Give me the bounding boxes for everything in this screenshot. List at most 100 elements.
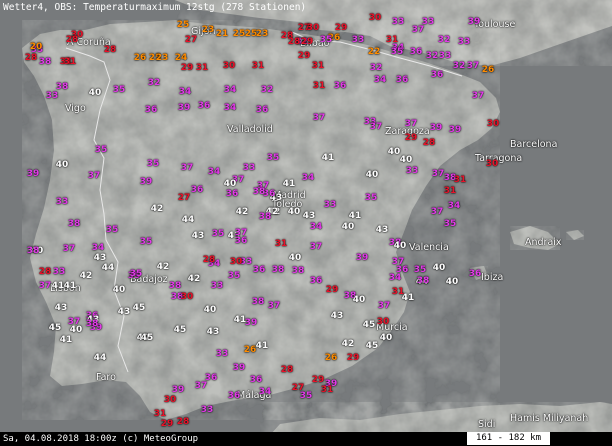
station-temperature: 45 — [132, 303, 146, 313]
station-temperature: 38 — [168, 281, 182, 291]
station-temperature: 29 — [160, 419, 174, 429]
station-temperature: 35 — [227, 271, 241, 281]
station-temperature: 35 — [299, 391, 313, 401]
station-temperature: 43 — [206, 327, 220, 337]
station-temperature: 37 — [377, 301, 391, 311]
station-temperature: 37 — [87, 171, 101, 181]
station-temperature: 26 — [243, 345, 257, 355]
station-temperature: 31 — [312, 81, 326, 91]
station-temperature: 30 — [376, 317, 390, 327]
station-temperature: 37 — [62, 244, 76, 254]
station-temperature: 23 — [155, 53, 169, 63]
station-temperature: 29 — [180, 63, 194, 73]
station-temperature: 36 — [468, 269, 482, 279]
city-label: Valencia — [409, 242, 449, 253]
station-temperature: 35 — [319, 35, 333, 45]
station-temperature: 40 — [88, 88, 102, 98]
station-temperature: 30 — [163, 395, 177, 405]
station-temperature: 32 — [260, 85, 274, 95]
station-temperature: 37 — [411, 25, 425, 35]
station-temperature: 28 — [103, 45, 117, 55]
station-temperature: 37 — [471, 91, 485, 101]
station-temperature: 31 — [251, 61, 265, 71]
station-temperature: 35 — [413, 265, 427, 275]
city-label: Barcelona — [510, 139, 558, 150]
station-temperature: 33 — [391, 17, 405, 27]
station-temperature: 40 — [445, 277, 459, 287]
station-temperature: 40 — [203, 305, 217, 315]
station-temperature: 30 — [229, 257, 243, 267]
station-temperature: 43 — [375, 225, 389, 235]
station-temperature: 44 — [181, 215, 195, 225]
station-temperature: 45 — [173, 325, 187, 335]
station-temperature: 39 — [244, 318, 258, 328]
station-temperature: 35 — [364, 193, 378, 203]
city-label: Valladolid — [227, 124, 273, 135]
city-label: Ibiza — [481, 272, 504, 283]
station-temperature: 32 — [425, 51, 439, 61]
station-temperature: 30 — [222, 61, 236, 71]
station-temperature: 35 — [443, 219, 457, 229]
station-temperature: 31 — [443, 186, 457, 196]
station-temperature: 41 — [401, 293, 415, 303]
station-temperature: 32 — [437, 35, 451, 45]
station-temperature: 39 — [26, 169, 40, 179]
station-temperature: 32 — [369, 63, 383, 73]
station-temperature: 37 — [234, 228, 248, 238]
station-temperature: 31 — [320, 385, 334, 395]
station-temperature: 29 — [404, 133, 418, 143]
station-temperature: 36 — [249, 375, 263, 385]
station-temperature: 33 — [438, 51, 452, 61]
map-viewport[interactable]: Wetter4, OBS: Temperaturmaximum 12stg (2… — [0, 0, 612, 446]
station-temperature: 28 — [65, 35, 79, 45]
station-temperature: 34 — [309, 222, 323, 232]
scale-bar: 161 - 182 km — [466, 432, 550, 445]
station-temperature: 35 — [390, 47, 404, 57]
station-temperature: 42 — [187, 274, 201, 284]
city-label: Vigo — [65, 103, 86, 114]
station-temperature: 45 — [365, 341, 379, 351]
station-temperature: 35 — [105, 225, 119, 235]
station-temperature: 37 — [267, 301, 281, 311]
station-temperature: 40 — [288, 253, 302, 263]
station-temperature: 38 — [251, 297, 265, 307]
station-temperature: 40 — [393, 241, 407, 251]
station-temperature: 28 — [287, 37, 301, 47]
station-temperature: 43 — [54, 303, 68, 313]
station-temperature: 23 — [201, 25, 215, 35]
station-temperature: 34 — [207, 167, 221, 177]
station-temperature: 34 — [223, 103, 237, 113]
station-temperature: 30 — [485, 159, 499, 169]
station-temperature: 29 — [325, 285, 339, 295]
station-temperature: 21 — [215, 29, 229, 39]
station-temperature: 42 — [150, 204, 164, 214]
station-temperature: 29 — [300, 37, 314, 47]
station-temperature: 28 — [176, 417, 190, 427]
station-temperature: 25 — [232, 29, 246, 39]
station-temperature: 38 — [38, 57, 52, 67]
station-temperature: 40 — [69, 325, 83, 335]
station-temperature: 43 — [117, 307, 131, 317]
station-temperature: 40 — [352, 295, 366, 305]
station-temperature: 34 — [258, 387, 272, 397]
station-temperature: 38 — [85, 319, 99, 329]
station-temperature: 40 — [365, 170, 379, 180]
station-temperature: 40 — [55, 160, 69, 170]
station-temperature: 37 — [431, 169, 445, 179]
station-temperature: 36 — [252, 265, 266, 275]
station-temperature: 29 — [346, 353, 360, 363]
station-temperature: 34 — [223, 85, 237, 95]
station-temperature: 38 — [252, 187, 266, 197]
station-temperature: 33 — [200, 405, 214, 415]
station-temperature: 42 — [156, 262, 170, 272]
station-temperature: 45 — [140, 333, 154, 343]
station-temperature: 35 — [146, 159, 160, 169]
station-temperature: 37 — [309, 242, 323, 252]
station-temperature: 41 — [348, 211, 362, 221]
station-temperature: 39 — [448, 125, 462, 135]
station-temperature: 39 — [177, 103, 191, 113]
station-temperature: 40 — [223, 179, 237, 189]
station-temperature: 33 — [55, 197, 69, 207]
station-temperature: 44 — [101, 263, 115, 273]
city-label: Andraix — [525, 237, 562, 248]
